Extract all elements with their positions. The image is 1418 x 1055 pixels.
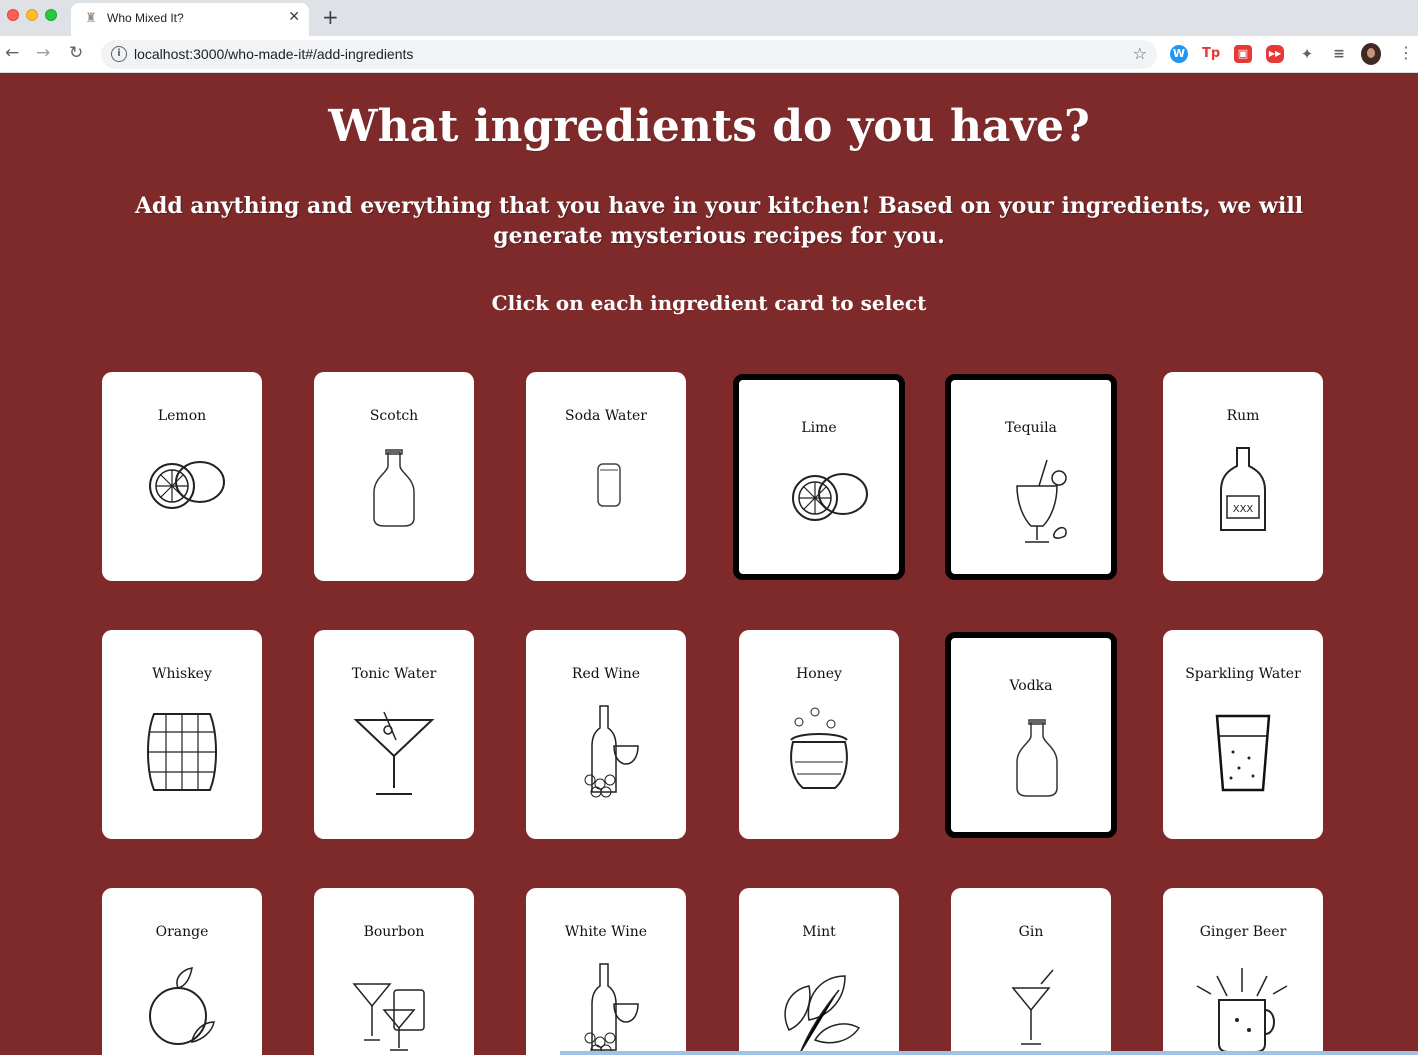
ingredient-card[interactable]: Scotch xyxy=(314,372,474,581)
page-title: What ingredients do you have? xyxy=(328,101,1090,152)
forward-arrow-icon[interactable]: → xyxy=(36,43,50,63)
ingredient-name: White Wine xyxy=(564,924,648,940)
page-subtitle: Add anything and everything that you hav… xyxy=(134,193,1304,249)
back-arrow-icon[interactable]: ← xyxy=(5,43,19,63)
maximize-window-button[interactable] xyxy=(45,9,57,21)
close-window-button[interactable] xyxy=(7,9,19,21)
extension-image-icon[interactable]: ▣ xyxy=(1234,45,1252,63)
cocktail-icon xyxy=(1011,969,1054,1045)
rum-bottle-icon: XXX xyxy=(1220,447,1266,531)
profile-avatar[interactable] xyxy=(1361,43,1381,65)
extension-tp-icon[interactable]: Tp xyxy=(1202,45,1220,63)
ingredient-card[interactable]: Honey xyxy=(739,630,899,839)
minimize-window-button[interactable] xyxy=(26,9,38,21)
cocktail-glasses-icon xyxy=(352,983,425,1051)
ingredient-name: Bourbon xyxy=(363,924,425,940)
url-text[interactable]: localhost:3000/who-made-it#/add-ingredie… xyxy=(134,46,413,62)
tropical-cocktail-icon xyxy=(1016,459,1067,543)
ingredient-card[interactable]: Lemon xyxy=(102,372,262,581)
wine-bottle-icon xyxy=(584,963,639,1055)
ingredient-name: Ginger Beer xyxy=(1199,924,1287,940)
ingredient-name: Rum xyxy=(1226,408,1260,424)
media-control-icon[interactable]: ≡ xyxy=(1330,45,1348,63)
ingredient-name: Orange xyxy=(155,924,209,940)
ingredient-card[interactable]: Whiskey xyxy=(102,630,262,839)
new-tab-button[interactable]: + xyxy=(322,5,339,29)
mint-leaf-icon xyxy=(784,975,861,1055)
ingredient-card[interactable]: Tequila xyxy=(945,374,1117,580)
ingredient-name: Soda Water xyxy=(565,408,647,424)
svg-text:XXX: XXX xyxy=(1233,504,1254,515)
ingredient-card[interactable]: Orange xyxy=(102,888,262,1055)
scroll-indicator xyxy=(560,1051,1418,1055)
citrus-icon xyxy=(149,461,225,509)
ingredient-card[interactable]: Mint xyxy=(739,888,899,1055)
barrel-icon xyxy=(147,713,217,791)
bottle-icon xyxy=(373,449,415,527)
ingredient-name: Scotch xyxy=(369,408,419,424)
ingredient-card[interactable]: Sparkling Water xyxy=(1163,630,1323,839)
ingredient-card[interactable]: Gin xyxy=(951,888,1111,1055)
add-ingredients-page: What ingredients do you have? Add anythi… xyxy=(0,73,1418,1055)
ingredient-name: Red Wine xyxy=(571,666,641,682)
ingredient-name: Vodka xyxy=(1009,678,1053,694)
browser-menu-icon[interactable]: ⋮ xyxy=(1398,43,1414,62)
ingredient-card[interactable]: Lime xyxy=(733,374,905,580)
ingredient-card[interactable]: Vodka xyxy=(945,632,1117,838)
ingredient-card[interactable]: Ginger Beer xyxy=(1163,888,1323,1055)
wine-bottle-icon xyxy=(584,705,639,798)
browser-tab-bar: ♜ Who Mixed It? ✕ + xyxy=(0,0,1418,36)
ingredient-card[interactable]: Bourbon xyxy=(314,888,474,1055)
ingredient-card[interactable]: Tonic Water xyxy=(314,630,474,839)
ingredient-name: Gin xyxy=(1018,924,1044,940)
extension-video-icon[interactable]: ▶▶ xyxy=(1266,45,1284,63)
ingredient-name: Lime xyxy=(801,420,837,436)
tab-close-icon[interactable]: ✕ xyxy=(288,9,300,25)
reload-icon[interactable]: ↻ xyxy=(69,43,83,63)
ingredient-card[interactable]: Red Wine xyxy=(526,630,686,839)
citrus-icon xyxy=(792,473,868,521)
glass-icon xyxy=(1215,714,1271,792)
ingredient-name: Honey xyxy=(796,666,842,682)
extension-w-icon[interactable]: W xyxy=(1170,45,1188,63)
ingredient-card[interactable]: White Wine xyxy=(526,888,686,1055)
ingredient-name: Lemon xyxy=(157,408,207,424)
bookmark-star-icon[interactable]: ☆ xyxy=(1133,44,1147,63)
martini-icon xyxy=(353,711,435,795)
bottle-icon xyxy=(1016,719,1058,797)
mug-icon xyxy=(1196,968,1288,1053)
address-bar[interactable]: i localhost:3000/who-made-it#/add-ingred… xyxy=(101,40,1157,69)
tab-title: Who Mixed It? xyxy=(107,11,184,25)
extensions-puzzle-icon[interactable]: ✦ xyxy=(1298,45,1316,63)
honey-pot-icon xyxy=(790,707,848,789)
ingredient-card[interactable]: Rum XXX xyxy=(1163,372,1323,581)
instruction-text: Click on each ingredient card to select xyxy=(491,291,927,315)
ingredient-card[interactable]: Soda Water xyxy=(526,372,686,581)
ingredient-name: Whiskey xyxy=(152,666,212,682)
browser-toolbar: ← → ↻ i localhost:3000/who-made-it#/add-… xyxy=(0,36,1418,73)
ingredient-name: Tequila xyxy=(1005,420,1057,436)
info-icon[interactable]: i xyxy=(111,46,127,62)
browser-tab[interactable]: ♜ Who Mixed It? ✕ xyxy=(71,3,309,36)
can-icon xyxy=(597,463,621,507)
ingredient-name: Mint xyxy=(802,924,836,940)
ingredient-name: Sparkling Water xyxy=(1185,666,1301,682)
orange-icon xyxy=(149,967,215,1045)
favicon-icon: ♜ xyxy=(85,11,97,26)
ingredient-name: Tonic Water xyxy=(351,666,437,682)
